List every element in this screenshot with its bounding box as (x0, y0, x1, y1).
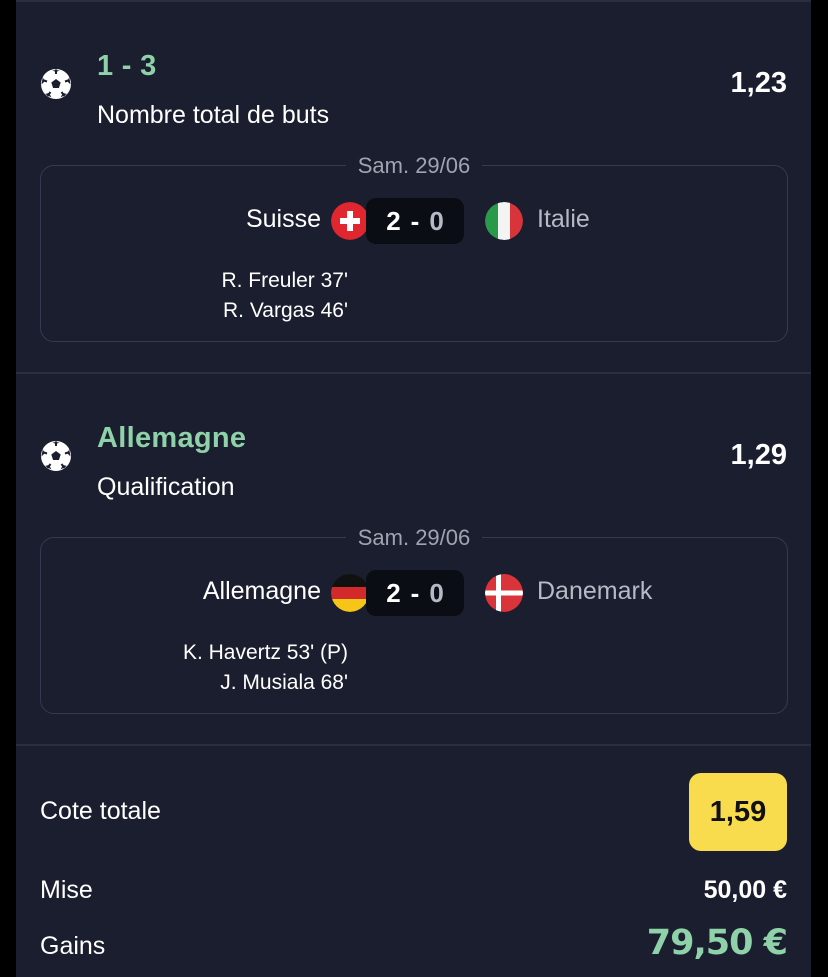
match-date: Sam. 29/06 (41, 525, 787, 551)
scorer: R. Freuler 37' (221, 269, 348, 292)
flag-germany-icon (331, 574, 369, 612)
flag-italy-icon (485, 202, 523, 240)
selection-divider (16, 372, 811, 374)
away-team: Italie (537, 205, 590, 233)
soccer-ball-icon (41, 441, 71, 471)
gains-label: Gains (40, 932, 106, 960)
selection-market: Qualification (97, 473, 235, 501)
home-team: Allemagne (202, 577, 321, 605)
bet-slip-card: 1 - 3 Nombre total de buts 1,23 Sam. 29/… (16, 0, 811, 977)
selection-pick: 1 - 3 (97, 50, 157, 82)
away-team: Danemark (537, 577, 653, 605)
match-box: Sam. 29/06 Allemagne 2-0 Danemark K. Hav… (40, 525, 788, 714)
selection-odds: 1,23 (730, 67, 787, 99)
home-team: Suisse (245, 205, 321, 233)
stake-label: Mise (40, 876, 93, 904)
top-divider (16, 0, 811, 2)
total-odds-label: Cote totale (40, 797, 161, 825)
scorer: R. Vargas 46' (222, 299, 348, 322)
gains-value: 79,50 € (646, 923, 788, 963)
summary-divider (16, 744, 811, 746)
match-box: Sam. 29/06 Suisse 2-0 Italie R. Freuler … (40, 153, 788, 342)
match-date: Sam. 29/06 (41, 153, 787, 179)
selection-pick: Allemagne (97, 422, 247, 454)
flag-denmark-icon (485, 574, 523, 612)
selection-market: Nombre total de buts (97, 101, 330, 129)
total-odds-badge: 1,59 (689, 773, 787, 851)
stake-value: 50,00 € (703, 876, 787, 904)
match-score: 2-0 (366, 198, 464, 244)
match-score: 2-0 (366, 570, 464, 616)
scorer: J. Musiala 68' (220, 671, 348, 694)
selection-odds: 1,29 (730, 439, 787, 471)
soccer-ball-icon (41, 69, 71, 99)
flag-switzerland-icon (331, 202, 369, 240)
scorer: K. Havertz 53' (P) (182, 641, 348, 664)
